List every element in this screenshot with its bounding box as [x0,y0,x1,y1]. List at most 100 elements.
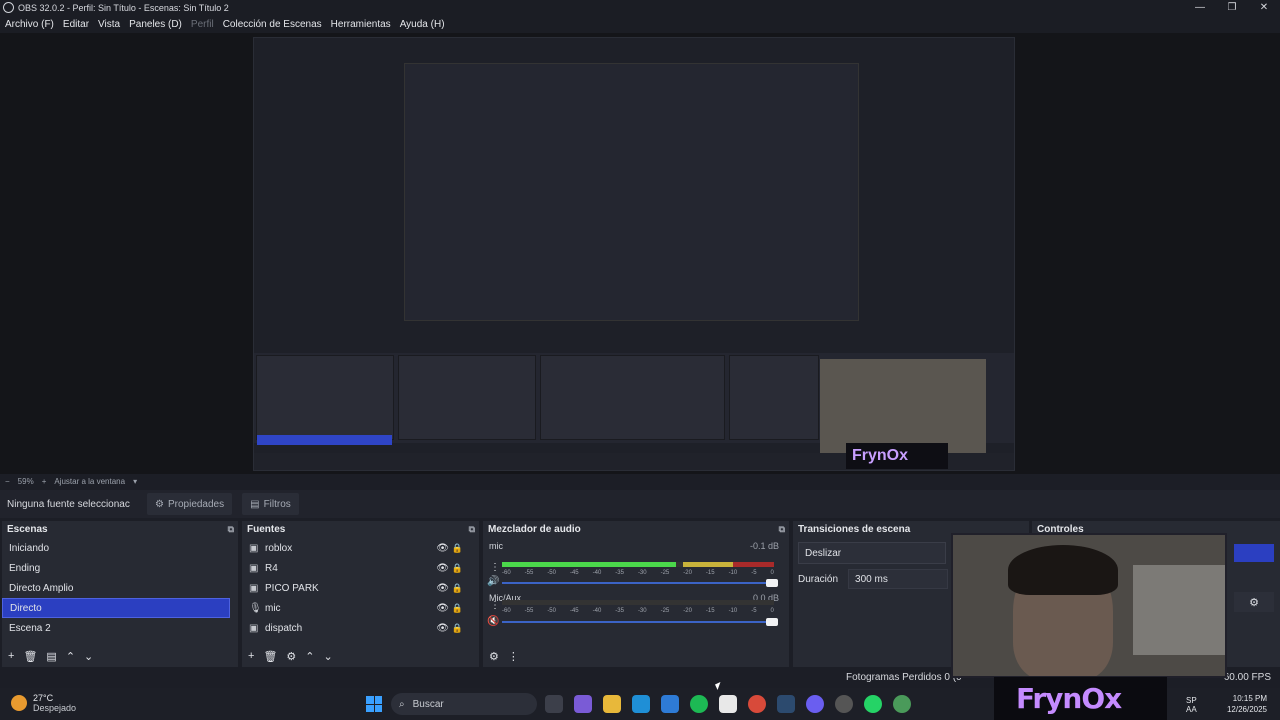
speaker-muted-icon[interactable]: 🔇 [487,616,499,627]
chevron-down-icon[interactable]: ⌄ [324,650,333,663]
chevron-up-icon[interactable]: ⌃ [66,650,75,663]
eye-icon[interactable]: 👁 [436,563,449,574]
monitor-icon: ▣ [249,562,259,574]
language-indicator[interactable]: SP AA [1186,696,1197,714]
menu-herramientas[interactable]: Herramientas [331,19,391,30]
transition-select[interactable]: Deslizar [798,542,946,564]
gear-icon[interactable]: ⚙ [286,650,296,663]
close-button[interactable]: ✕ [1248,0,1280,15]
scale-tick: -35 [615,570,624,576]
weather-widget[interactable]: 27°C Despejado [11,693,76,713]
undock-icon[interactable]: ⧉ [469,524,475,535]
scale-tick: -50 [547,608,556,614]
scene-item-selected[interactable]: Directo [2,598,230,618]
source-item[interactable]: ▣ PICO PARK 👁 🔒 [242,578,479,598]
chrome-icon[interactable] [748,695,766,713]
chevron-up-icon[interactable]: ⌃ [305,650,314,663]
eye-icon[interactable]: 👁 [436,583,449,594]
copilot-icon[interactable] [574,695,592,713]
menu-vista[interactable]: Vista [98,19,120,30]
scene-item[interactable]: Escena 2 [2,618,230,638]
brand-logo-overlay: FrynOx [994,677,1167,720]
fit-window-label[interactable]: Ajustar a la ventana [54,477,125,486]
menu-editar[interactable]: Editar [63,19,89,30]
eye-icon[interactable]: 👁 [436,543,449,554]
properties-button[interactable]: ⚙ Propiedades [147,493,233,515]
lock-icon[interactable]: 🔒 [452,583,463,594]
scene-item[interactable]: Directo Amplio [2,578,230,598]
browser-icon[interactable] [893,695,911,713]
more-options-icon[interactable]: ⋮ [490,600,500,611]
source-label: PICO PARK [265,582,319,594]
scale-tick: -25 [660,570,670,576]
edge-icon[interactable] [632,695,650,713]
eye-icon[interactable]: 👁 [436,623,449,634]
title-bar: OBS 32.0.2 - Perfil: Sin Título - Escena… [0,0,1280,15]
speaker-icon[interactable]: 🔊 [487,576,499,587]
discord-icon[interactable] [806,695,824,713]
clock-time: 10:15 PM [1232,694,1267,703]
chevron-down-icon[interactable]: ▾ [133,477,137,486]
restore-button[interactable]: ❐ [1216,0,1248,15]
scenes-dock: Escenas ⧉ Iniciando Ending Directo Ampli… [2,521,238,667]
taskbar-search[interactable]: ⌕ Buscar [391,693,537,715]
mixer-header: Mezclador de audio ⧉ [483,521,789,538]
zoom-out-button[interactable]: − [5,477,10,486]
chevron-down-icon[interactable]: ⌄ [84,650,93,663]
menu-paneles[interactable]: Paneles (D) [129,19,182,30]
scene-item[interactable]: Ending [2,558,230,578]
preview-recursive-capture: FrynOx [253,37,1015,471]
menu-ayuda[interactable]: Ayuda (H) [400,19,445,30]
source-item[interactable]: 🎙 mic 👁 🔒 [242,598,479,618]
scale-tick: -35 [615,608,624,614]
scale-tick: -45 [569,608,579,614]
weather-desc: Despejado [33,703,77,713]
duration-input[interactable]: 300 ms [848,569,949,589]
windows-start-icon[interactable] [366,696,382,712]
settings-gear-icon[interactable]: ⚙ [1234,592,1274,612]
eye-icon[interactable]: 👁 [436,603,449,614]
outlook-icon[interactable] [661,695,679,713]
more-options-icon[interactable]: ⋮ [508,650,519,663]
undock-icon[interactable]: ⧉ [228,524,234,535]
slider-knob[interactable] [766,618,778,626]
slider-knob[interactable] [766,579,778,587]
advanced-audio-icon[interactable]: ⚙ [489,650,499,663]
steam-icon[interactable] [777,695,795,713]
more-options-icon[interactable]: ⋮ [490,562,500,573]
scale-tick: -40 [592,608,602,614]
menu-perfil[interactable]: Perfil [191,19,214,30]
menu-coleccion[interactable]: Colección de Escenas [223,19,322,30]
lock-icon[interactable]: 🔒 [452,563,463,574]
lock-icon[interactable]: 🔒 [452,623,463,634]
whatsapp-icon[interactable] [864,695,882,713]
undock-icon[interactable]: ⧉ [779,524,785,535]
scale-tick: -5 [751,570,757,576]
file-explorer-icon[interactable] [603,695,621,713]
obs-icon[interactable] [835,695,853,713]
minimize-button[interactable]: — [1184,0,1216,15]
preview-canvas[interactable]: FrynOx [0,33,1280,474]
source-item[interactable]: ▣ dispatch 👁 🔒 [242,618,479,638]
add-scene-button[interactable]: + [8,650,14,662]
volume-slider[interactable] [502,618,778,626]
trash-icon[interactable]: 🗑 [23,650,37,663]
lock-icon[interactable]: 🔒 [452,603,463,614]
add-source-button[interactable]: + [248,650,254,662]
zoom-in-button[interactable]: + [42,477,47,486]
menu-archivo[interactable]: Archivo (F) [5,19,54,30]
lock-icon[interactable]: 🔒 [452,543,463,554]
source-item[interactable]: ▣ roblox 👁 🔒 [242,538,479,558]
task-view-icon[interactable] [545,695,563,713]
spotify-icon[interactable] [690,695,708,713]
filter-icon[interactable]: ▤ [46,650,56,663]
trash-icon[interactable]: 🗑 [263,650,277,663]
store-icon[interactable] [719,695,737,713]
volume-slider[interactable] [502,579,778,587]
source-item[interactable]: ▣ R4 👁 🔒 [242,558,479,578]
start-streaming-button[interactable] [1234,544,1274,562]
filters-button[interactable]: ▤ Filtros [242,493,299,515]
scene-item[interactable]: Iniciando [2,538,230,558]
clock[interactable]: 10:15 PM 12/26/2025 [1227,693,1267,715]
scene-label: Iniciando [9,542,50,554]
